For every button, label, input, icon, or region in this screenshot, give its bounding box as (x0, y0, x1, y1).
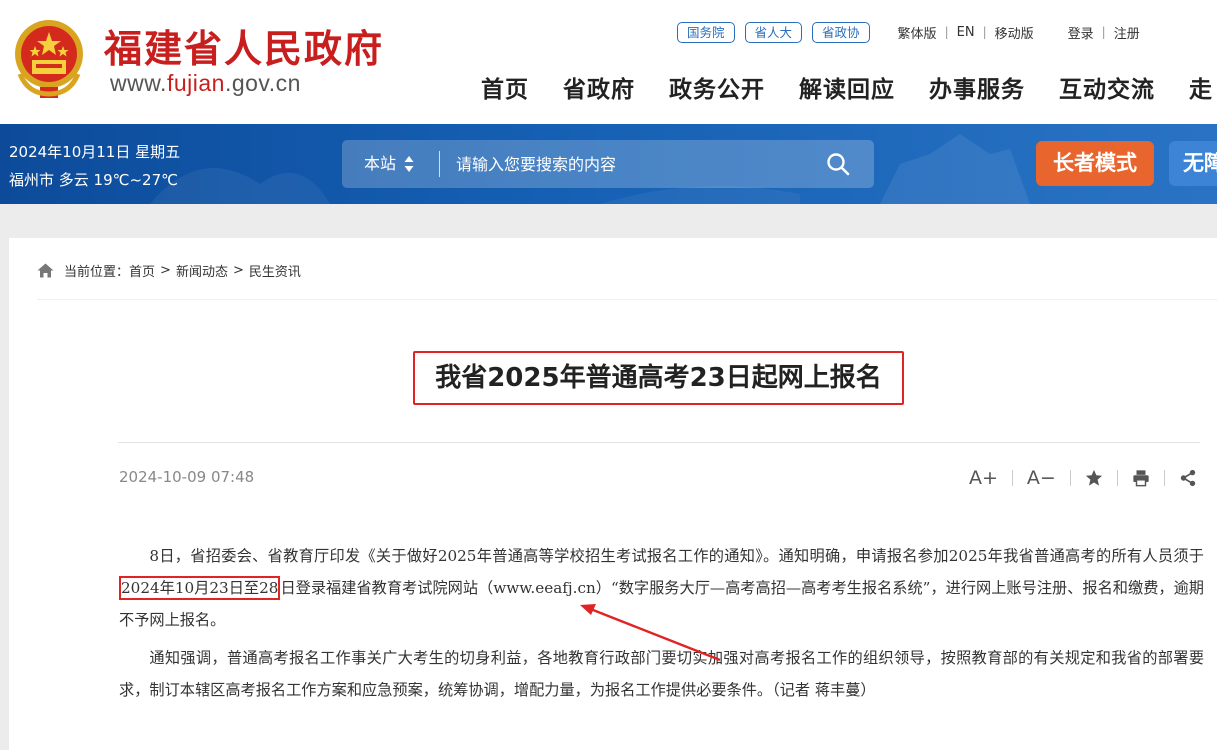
breadcrumb-livelihood[interactable]: 民生资讯 (249, 261, 301, 280)
site-url-prefix: www. (110, 70, 167, 96)
publish-date: 2024-10-09 07:48 (119, 468, 255, 486)
font-increase-button[interactable]: A+ (969, 467, 998, 489)
link-provincial-cppcc[interactable]: 省政协 (812, 21, 870, 43)
print-icon (1133, 470, 1149, 487)
divider (1069, 470, 1071, 486)
search-bar: 本站 (342, 140, 874, 188)
login-link[interactable]: 登录 (1068, 23, 1094, 42)
site-header: 福建省人民政府 www.fujian.gov.cn 国务院 省人大 省政协 繁体… (0, 0, 1217, 124)
site-name[interactable]: 福建省人民政府 (104, 18, 384, 73)
nav-provincial-government[interactable]: 省政府 (563, 70, 635, 104)
nav-home[interactable]: 首页 (481, 70, 529, 104)
article-body: 8日，省招委会、省教育厅印发《关于做好2025年普通高等学校招生考试报名工作的通… (119, 540, 1204, 712)
star-icon (1085, 469, 1102, 486)
highlighted-date-range: 2024年10月23日至28 (119, 576, 281, 600)
divider (1116, 470, 1118, 486)
link-traditional-chinese[interactable]: 繁体版 (898, 23, 937, 42)
weather-info: 福州市 多云 19℃~27℃ (9, 171, 178, 189)
nav-more[interactable]: 走 (1189, 70, 1213, 104)
site-url-suffix: .gov.cn (224, 70, 301, 96)
divider: | (1101, 25, 1106, 39)
site-url-highlight: fujian (166, 70, 225, 96)
current-date: 2024年10月11日 星期五 (9, 143, 181, 161)
divider (37, 299, 1217, 300)
search-icon[interactable] (826, 152, 850, 176)
search-scope-select[interactable]: 本站 (364, 140, 396, 188)
nav-government-affairs[interactable]: 政务公开 (669, 70, 765, 104)
national-emblem-icon[interactable] (10, 16, 88, 100)
divider (118, 442, 1200, 443)
share-button[interactable] (1179, 469, 1197, 487)
elder-mode-button[interactable]: 长者模式 (1036, 141, 1154, 186)
register-link[interactable]: 注册 (1114, 23, 1140, 42)
breadcrumb-home[interactable]: 首页 (129, 261, 155, 280)
paragraph-text: 8日，省招委会、省教育厅印发《关于做好2025年普通高等学校招生考试报名工作的通… (149, 547, 1204, 565)
article-title: 我省2025年普通高考23日起网上报名 (413, 351, 904, 405)
paragraph-text: 日登录福建省教育考试院网站（www.eeafj.cn）“数字服务大厅—高考高招—… (119, 579, 1204, 629)
article-paragraph: 8日，省招委会、省教育厅印发《关于做好2025年普通高等学校招生考试报名工作的通… (119, 540, 1204, 636)
link-state-council[interactable]: 国务院 (677, 21, 735, 43)
accessibility-button[interactable]: 无障碍 (1169, 141, 1217, 186)
nav-interaction[interactable]: 互动交流 (1059, 70, 1155, 104)
share-icon (1180, 469, 1196, 487)
divider: | (982, 25, 987, 39)
article-paragraph: 通知强调，普通高考报名工作事关广大考生的切身利益，各地教育行政部门要切实加强对高… (119, 649, 1204, 699)
article-tools: A+ A− (969, 464, 1197, 492)
divider (1011, 470, 1013, 486)
home-icon (37, 263, 54, 277)
nav-interpretation[interactable]: 解读回应 (799, 70, 895, 104)
font-decrease-button[interactable]: A− (1027, 467, 1056, 489)
breadcrumb-news[interactable]: 新闻动态 (176, 261, 228, 280)
article-container: 当前位置： 首页 > 新闻动态 > 民生资讯 我省2025年普通高考23日起网上… (9, 238, 1217, 750)
breadcrumb-prefix: 当前位置： (64, 264, 130, 280)
breadcrumb-separator: > (160, 262, 171, 278)
link-mobile[interactable]: 移动版 (995, 23, 1034, 42)
nav-services[interactable]: 办事服务 (929, 70, 1025, 104)
link-english[interactable]: EN (957, 25, 975, 40)
banner: 2024年10月11日 星期五 福州市 多云 19℃~27℃ 本站 长者模式 无… (0, 124, 1217, 204)
top-links: 国务院 省人大 省政协 繁体版 | EN | 移动版 登录 | 注册 (677, 21, 1140, 43)
divider: | (944, 25, 949, 39)
main-nav: 首页 省政府 政务公开 解读回应 办事服务 互动交流 走 (481, 70, 1217, 104)
divider (1163, 470, 1165, 486)
sort-arrows-icon[interactable] (404, 155, 414, 173)
breadcrumb-separator: > (232, 262, 244, 278)
link-provincial-congress[interactable]: 省人大 (744, 21, 803, 43)
search-input[interactable] (456, 148, 816, 180)
print-button[interactable] (1132, 469, 1150, 487)
breadcrumb: 当前位置： 首页 > 新闻动态 > 民生资讯 (37, 260, 301, 280)
site-url[interactable]: www.fujian.gov.cn (110, 70, 301, 97)
divider (439, 151, 440, 177)
favorite-button[interactable] (1085, 469, 1103, 487)
